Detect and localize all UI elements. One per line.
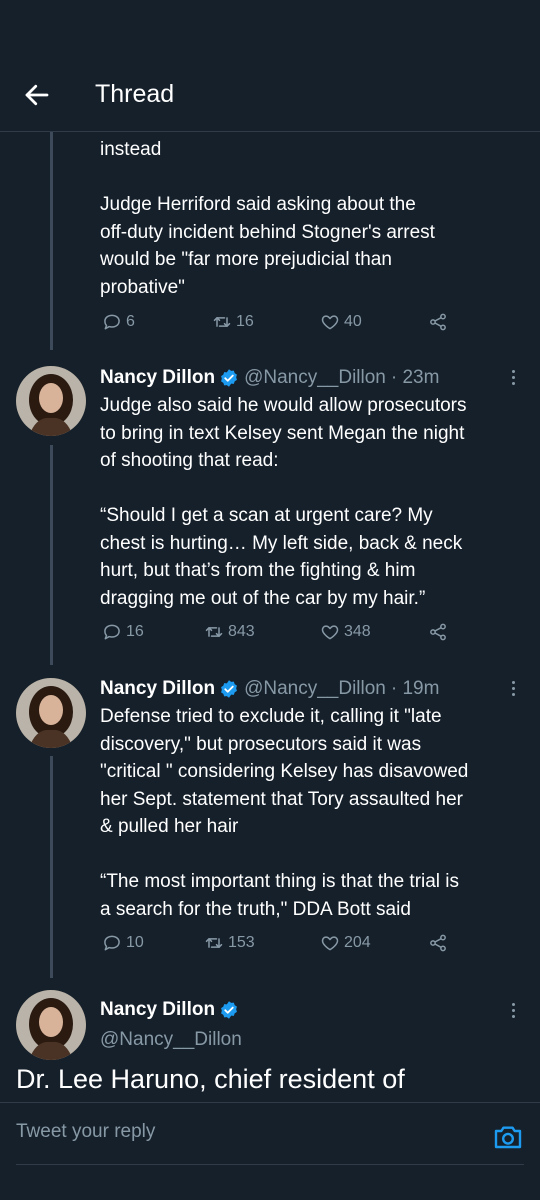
tweet-actions: 6 16 40 xyxy=(100,312,460,338)
like-button[interactable]: 204 xyxy=(320,933,371,953)
like-count: 204 xyxy=(344,934,371,951)
retweet-button[interactable]: 16 xyxy=(212,312,254,332)
verified-badge-icon xyxy=(221,680,237,698)
share-button[interactable] xyxy=(428,622,448,642)
like-count: 40 xyxy=(344,313,362,330)
author-handle[interactable]: @Nancy__Dillon xyxy=(244,678,386,700)
like-button[interactable]: 348 xyxy=(320,622,371,642)
heart-icon xyxy=(321,625,339,640)
avatar-photo xyxy=(16,990,86,1060)
avatar-photo xyxy=(16,366,86,436)
author-name[interactable]: Nancy Dillon xyxy=(100,367,215,389)
retweet-count: 843 xyxy=(228,623,255,640)
avatar[interactable] xyxy=(16,990,86,1060)
back-arrow-icon[interactable] xyxy=(22,80,52,110)
thread-connector xyxy=(50,132,53,350)
more-options-icon[interactable] xyxy=(506,997,520,1023)
verified-badge-icon xyxy=(221,1001,237,1019)
thread-connector xyxy=(50,445,53,665)
tweet-text: Dr. Lee Haruno, chief resident of xyxy=(16,1064,405,1094)
tweet-actions: 16 843 348 xyxy=(100,622,460,648)
retweet-icon xyxy=(205,627,223,637)
retweet-button[interactable]: 843 xyxy=(204,622,255,642)
retweet-button[interactable]: 153 xyxy=(204,933,255,953)
retweet-icon xyxy=(205,938,223,948)
page-title: Thread xyxy=(95,80,175,108)
author-name[interactable]: Nancy Dillon xyxy=(100,678,215,700)
retweet-count: 16 xyxy=(236,313,254,330)
tweet-text: instead Judge Herriford said asking abou… xyxy=(100,139,435,298)
avatar-photo xyxy=(16,678,86,748)
thread-header: Thread xyxy=(0,0,540,132)
reply-icon xyxy=(104,935,120,951)
reply-icon xyxy=(104,624,120,640)
more-options-icon[interactable] xyxy=(506,675,520,701)
heart-icon xyxy=(321,936,339,951)
tweet-author: Nancy Dillon @Nancy__Dillon · 23m xyxy=(100,364,439,392)
author-name[interactable]: Nancy Dillon xyxy=(100,999,215,1021)
share-icon xyxy=(430,313,446,331)
verified-badge-icon xyxy=(221,369,237,387)
thread-connector xyxy=(50,756,53,978)
heart-icon xyxy=(321,315,339,330)
share-button[interactable] xyxy=(428,933,448,953)
more-options-icon[interactable] xyxy=(506,364,520,390)
author-handle[interactable]: @Nancy__Dillon xyxy=(100,1029,242,1051)
share-icon xyxy=(430,934,446,952)
share-button[interactable] xyxy=(428,312,448,332)
tweet-timestamp: · 19m xyxy=(390,678,440,699)
reply-input[interactable] xyxy=(16,1121,436,1143)
tweet-author-handle: @Nancy__Dillon xyxy=(100,1026,242,1054)
retweet-icon xyxy=(213,317,231,327)
reply-button[interactable]: 6 xyxy=(102,312,135,332)
camera-icon[interactable] xyxy=(492,1121,524,1153)
avatar[interactable] xyxy=(16,678,86,748)
author-handle[interactable]: @Nancy__Dillon xyxy=(244,367,386,389)
tweet-timestamp: · 23m xyxy=(390,367,440,388)
tweet-actions: 10 153 204 xyxy=(100,933,460,959)
reply-count: 16 xyxy=(126,623,144,640)
reply-composer xyxy=(0,1102,540,1200)
like-count: 348 xyxy=(344,623,371,640)
tweet-author: Nancy Dillon xyxy=(100,996,244,1024)
reply-button[interactable]: 16 xyxy=(102,622,144,642)
share-icon xyxy=(430,623,446,641)
reply-count: 6 xyxy=(126,313,135,330)
reply-button[interactable]: 10 xyxy=(102,933,144,953)
like-button[interactable]: 40 xyxy=(320,312,362,332)
tweet-author: Nancy Dillon @Nancy__Dillon · 19m xyxy=(100,675,439,703)
tweet-text: Defense tried to exclude it, calling it … xyxy=(100,706,469,920)
reply-divider xyxy=(16,1164,524,1165)
retweet-count: 153 xyxy=(228,934,255,951)
reply-icon xyxy=(104,314,120,330)
reply-count: 10 xyxy=(126,934,144,951)
avatar[interactable] xyxy=(16,366,86,436)
tweet-text: Judge also said he would allow prosecuto… xyxy=(100,395,467,609)
